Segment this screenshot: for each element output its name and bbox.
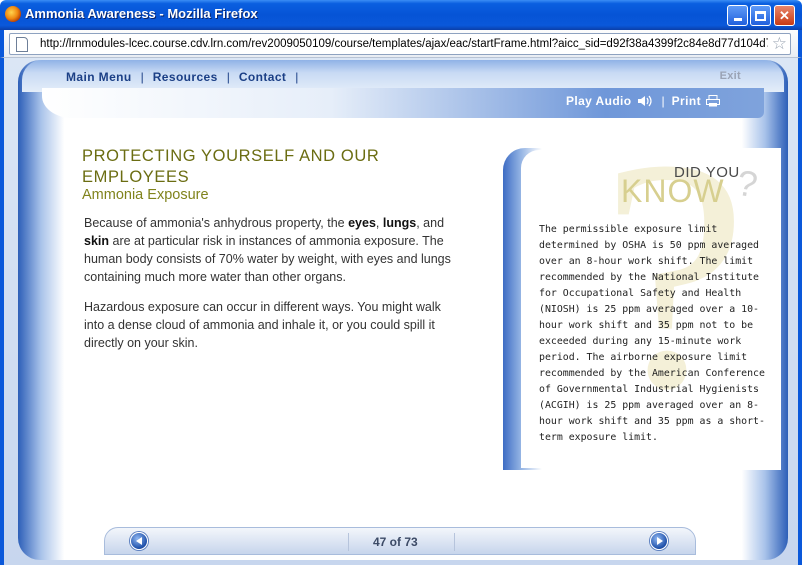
page-title: PROTECTING YOURSELF AND OUR EMPLOYEES xyxy=(82,147,380,186)
url-field[interactable]: http://lrnmodules-lcec.course.cdv.lrn.co… xyxy=(9,33,791,55)
resources-link[interactable]: Resources xyxy=(153,70,218,84)
page-counter: 47 of 73 xyxy=(373,535,418,549)
paragraph-2: Hazardous exposure can occur in differen… xyxy=(84,300,441,350)
print-label: Print xyxy=(671,94,701,108)
close-icon: ✕ xyxy=(779,7,790,23)
play-audio-label: Play Audio xyxy=(565,94,632,108)
previous-page-button[interactable] xyxy=(130,532,148,550)
window-title: Ammonia Awareness - Mozilla Firefox xyxy=(25,6,258,21)
exit-link[interactable]: Exit xyxy=(720,70,741,82)
close-button[interactable]: ✕ xyxy=(774,5,795,26)
nav-separator: | xyxy=(140,70,144,84)
did-you-know-text: The permissible exposure limit determine… xyxy=(539,224,765,443)
contact-link[interactable]: Contact xyxy=(239,70,286,84)
term-lungs: lungs xyxy=(382,216,417,230)
minimize-icon xyxy=(733,18,742,21)
bookmark-star-icon[interactable]: ☆ xyxy=(772,34,787,54)
print-button[interactable]: Print xyxy=(672,94,720,108)
maximize-button[interactable] xyxy=(750,5,771,26)
next-page-button[interactable] xyxy=(650,532,668,550)
maximize-icon xyxy=(755,10,766,21)
window-titlebar[interactable]: Ammonia Awareness - Mozilla Firefox ✕ xyxy=(0,0,802,30)
nav-separator: | xyxy=(226,70,230,84)
subnav-separator: | xyxy=(661,94,665,108)
pager-divider xyxy=(348,533,349,551)
pager-divider xyxy=(454,533,455,551)
did-you-know-title-big: KNOW xyxy=(621,173,725,209)
page-icon xyxy=(16,37,28,52)
address-bar: http://lrnmodules-lcec.course.cdv.lrn.co… xyxy=(0,30,802,58)
arrow-right-icon xyxy=(657,537,663,545)
speaker-icon xyxy=(637,95,655,107)
printer-icon xyxy=(706,95,720,107)
sub-navigation: Play Audio | Print xyxy=(42,88,764,118)
url-text[interactable]: http://lrnmodules-lcec.course.cdv.lrn.co… xyxy=(40,38,768,52)
main-menu-link[interactable]: Main Menu xyxy=(66,70,132,84)
page-subtitle: Ammonia Exposure xyxy=(82,187,209,203)
body-text: Because of ammonia's anhydrous property,… xyxy=(84,214,456,364)
arrow-left-icon xyxy=(136,537,142,545)
nav-separator: | xyxy=(295,70,299,84)
minimize-button[interactable] xyxy=(727,5,748,26)
term-eyes: eyes xyxy=(348,216,376,230)
play-audio-button[interactable]: Play Audio xyxy=(566,94,655,108)
paragraph-1: Because of ammonia's anhydrous property,… xyxy=(84,216,451,284)
term-skin: skin xyxy=(84,234,110,248)
firefox-icon xyxy=(5,6,21,22)
